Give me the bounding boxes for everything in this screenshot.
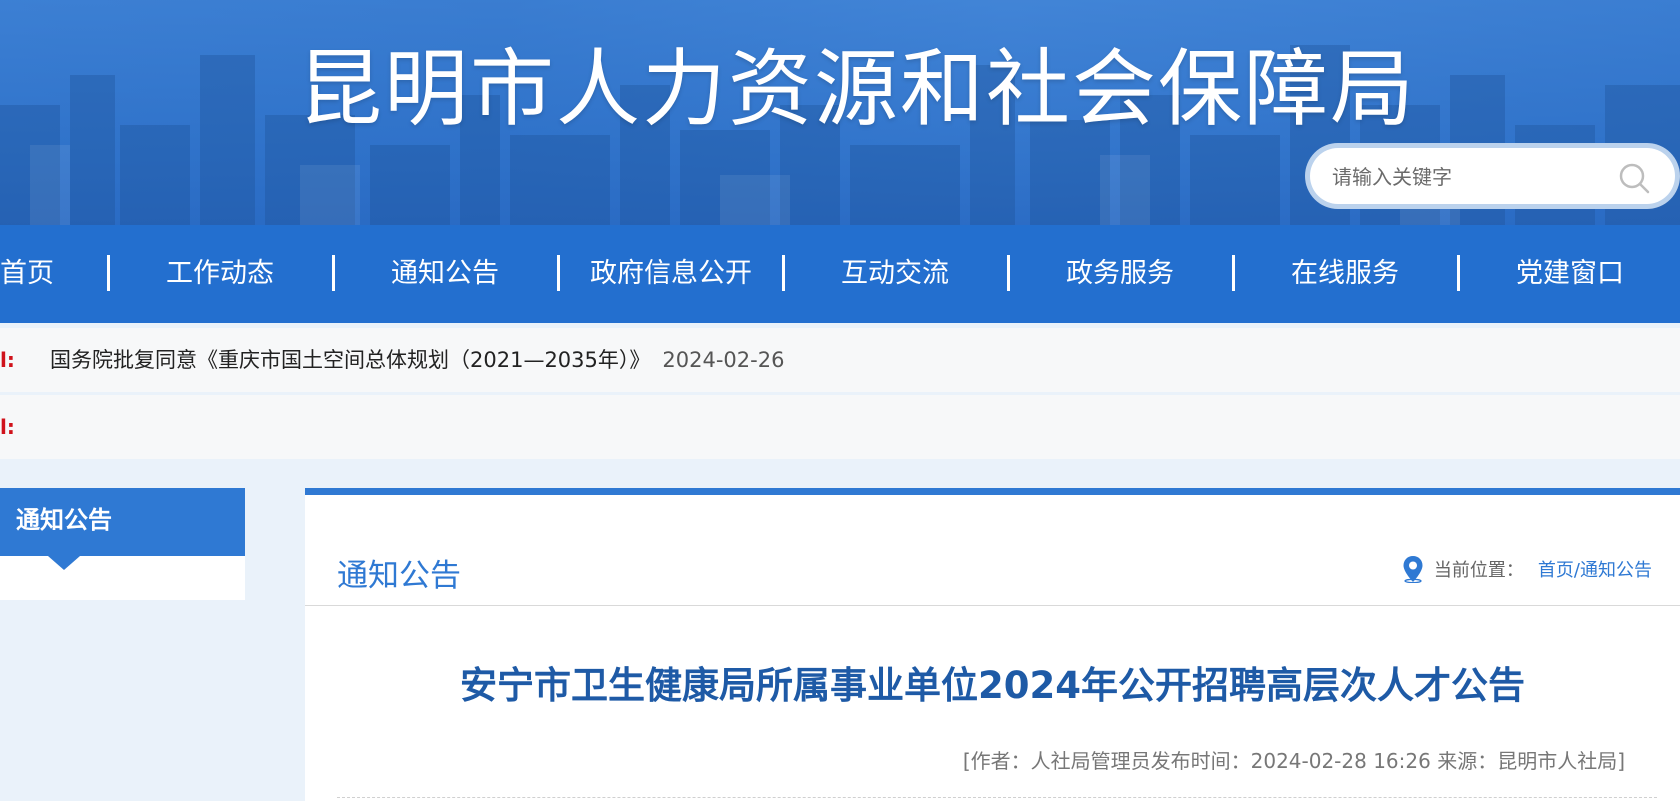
section-title: 通知公告 <box>337 558 461 594</box>
notice-bar: l: 国务院批复同意《重庆市国土空间总体规划（2021—2035年）》 2024-… <box>0 328 1680 392</box>
notice-date: 2024-02-26 <box>662 348 785 372</box>
sidebar-arrow-icon <box>48 556 80 570</box>
article-title: 安宁市卫生健康局所属事业单位2024年公开招聘高层次人才公告 <box>460 664 1525 707</box>
nav-item-online-services[interactable]: 在线服务 <box>1240 225 1450 323</box>
nav-item-work-news[interactable]: 工作动态 <box>115 225 325 323</box>
sidebar-heading: 通知公告 <box>0 488 245 556</box>
breadcrumb: 当前位置： 首页/通知公告 <box>1402 555 1652 583</box>
search-input[interactable] <box>1332 161 1592 193</box>
search-icon[interactable] <box>1618 162 1650 194</box>
main-nav: 首页 工作动态 通知公告 政府信息公开 互动交流 政务服务 在线服务 党建窗口 <box>0 225 1680 323</box>
meta-divider <box>337 797 1657 798</box>
notice-link[interactable] <box>50 395 62 459</box>
notice-text: 国务院批复同意《重庆市国土空间总体规划（2021—2035年）》 <box>50 348 651 372</box>
nav-separator <box>1007 255 1010 291</box>
nav-item-party-building[interactable]: 党建窗口 <box>1465 225 1675 323</box>
nav-item-interaction[interactable]: 互动交流 <box>790 225 1000 323</box>
notice-bar: l: <box>0 395 1680 459</box>
location-pin-icon <box>1403 556 1423 583</box>
nav-separator <box>1232 255 1235 291</box>
panel-divider <box>305 605 1680 606</box>
nav-item-home[interactable]: 首页 <box>0 225 54 323</box>
main-panel: 通知公告 当前位置： 首页/通知公告 安宁市卫生健康局所属事业单位2024年公开… <box>305 488 1680 801</box>
article-meta: [作者：人社局管理员发布时间：2024-02-28 16:26 来源：昆明市人社… <box>962 749 1625 773</box>
header-banner: 昆明市人力资源和社会保障局 <box>0 0 1680 225</box>
site-title: 昆明市人力资源和社会保障局 <box>298 40 1417 138</box>
nav-item-notices[interactable]: 通知公告 <box>340 225 550 323</box>
location-label: 当前位置： <box>1433 560 1524 581</box>
search-box <box>1305 143 1680 209</box>
nav-item-gov-services[interactable]: 政务服务 <box>1015 225 1225 323</box>
nav-separator <box>782 255 785 291</box>
sidebar-body <box>0 556 245 600</box>
notice-label: l: <box>0 415 15 439</box>
nav-item-gov-info[interactable]: 政府信息公开 <box>560 225 782 323</box>
notice-label: l: <box>0 348 15 372</box>
notice-link[interactable]: 国务院批复同意《重庆市国土空间总体规划（2021—2035年）》 2024-02-… <box>50 328 784 392</box>
nav-separator <box>107 255 110 291</box>
nav-separator <box>332 255 335 291</box>
breadcrumb-link[interactable]: 首页/通知公告 <box>1538 556 1652 582</box>
nav-separator <box>1457 255 1460 291</box>
